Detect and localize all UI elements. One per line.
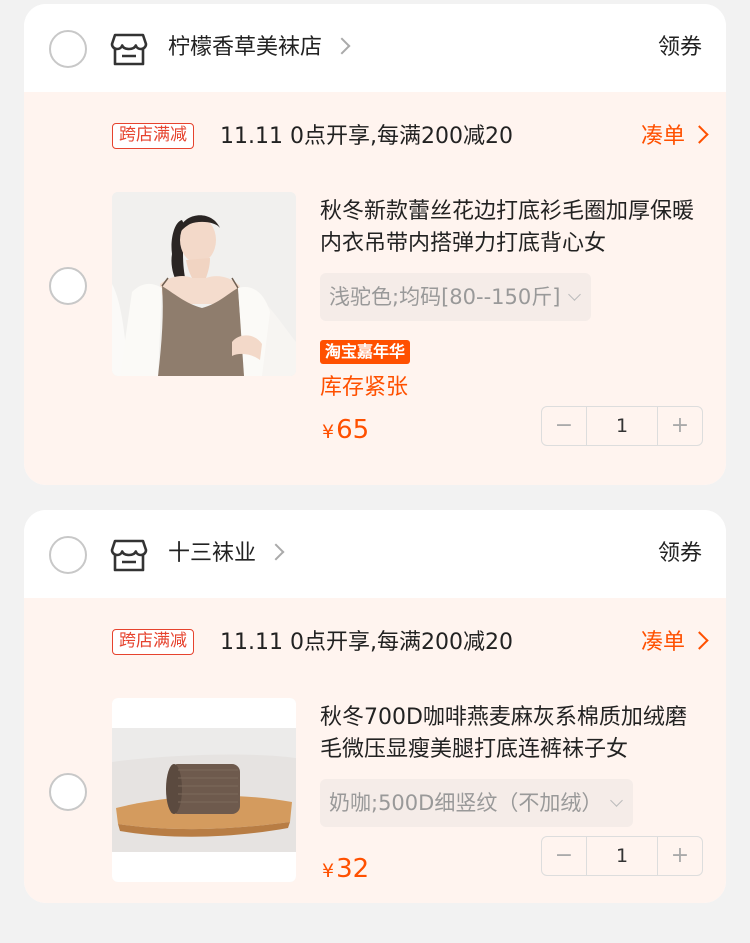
promo-text: 11.11 0点开享,每满200减20 [220,124,513,149]
add-on-button[interactable]: 凑单 [640,628,709,658]
item-select-radio[interactable] [49,267,87,305]
decrease-button[interactable]: − [542,407,586,445]
increase-button[interactable]: + [658,837,702,875]
shop-select-radio[interactable] [49,30,87,68]
shop-name[interactable]: 柠檬香草美袜店 [168,32,351,64]
quantity-input[interactable]: 1 [586,407,658,445]
price-value: 65 [336,415,370,445]
increase-button[interactable]: + [658,407,702,445]
currency-symbol: ¥ [322,860,335,882]
chevron-right-icon [333,37,351,55]
promo-row: 跨店满减 11.11 0点开享,每满200减20 凑单 [112,628,709,660]
price: ¥32 [322,851,369,890]
sku-selector[interactable]: 奶咖;500D细竖纹（不加绒） [320,779,634,827]
shop-name[interactable]: 十三袜业 [168,538,285,570]
promo-row: 跨店满减 11.11 0点开享,每满200减20 凑单 [112,122,709,154]
product-photo [112,192,296,376]
product-image[interactable] [112,698,296,882]
product-title[interactable]: 秋冬新款蕾丝花边打底衫毛圈加厚保暖内衣吊带内搭弹力打底背心女 [320,196,704,260]
chevron-right-icon [267,543,285,561]
price: ¥65 [322,412,369,451]
item-select-radio[interactable] [49,773,87,811]
product-image[interactable] [112,192,296,376]
chevron-down-icon [610,794,624,807]
get-coupon-button[interactable]: 领券 [658,32,702,64]
shop-name-label: 柠檬香草美袜店 [168,35,323,60]
get-coupon-button[interactable]: 领券 [658,538,702,570]
chevron-down-icon [568,288,582,301]
store-icon [110,539,148,572]
quantity-input[interactable]: 1 [586,837,658,875]
decrease-button[interactable]: − [542,837,586,875]
shop-select-radio[interactable] [49,536,87,574]
promo-badge: 跨店满减 [112,629,194,655]
store-icon [110,33,148,66]
shop-header: 柠檬香草美袜店 领券 [24,4,726,92]
product-photo [112,698,296,882]
add-on-button[interactable]: 凑单 [640,122,709,152]
shop-card: 十三袜业 领券 跨店满减 11.11 0点开享,每满200减20 凑单 秋冬70… [24,510,726,903]
shop-name-label: 十三袜业 [168,541,257,566]
quantity-stepper: − 1 + [541,836,703,876]
promo-badge: 跨店满减 [112,123,194,149]
price-value: 32 [336,854,370,884]
product-title[interactable]: 秋冬700D咖啡燕麦麻灰系棉质加绒磨毛微压显瘦美腿打底连裤袜子女 [320,702,704,766]
currency-symbol: ¥ [322,421,335,443]
promo-text: 11.11 0点开享,每满200减20 [220,630,513,655]
sku-label: 浅驼色;均码[80--150斤] [329,285,561,309]
shop-header: 十三袜业 领券 [24,510,726,598]
sku-selector[interactable]: 浅驼色;均码[80--150斤] [320,273,592,321]
chevron-right-icon [690,125,709,144]
add-on-label: 凑单 [640,630,685,655]
shop-card: 柠檬香草美袜店 领券 跨店满减 11.11 0点开享,每满200减20 凑单 秋… [24,4,726,485]
festival-badge: 淘宝嘉年华 [320,340,411,364]
cart-item-section: 跨店满减 11.11 0点开享,每满200减20 凑单 秋冬新款蕾丝花边打底衫毛… [24,92,726,485]
add-on-label: 凑单 [640,124,685,149]
quantity-stepper: − 1 + [541,406,703,446]
chevron-right-icon [690,631,709,650]
cart-item-section: 跨店满减 11.11 0点开享,每满200减20 凑单 秋冬700D咖啡燕麦麻灰… [24,598,726,903]
sku-label: 奶咖;500D细竖纹（不加绒） [329,791,603,815]
stock-warning: 库存紧张 [320,375,409,400]
